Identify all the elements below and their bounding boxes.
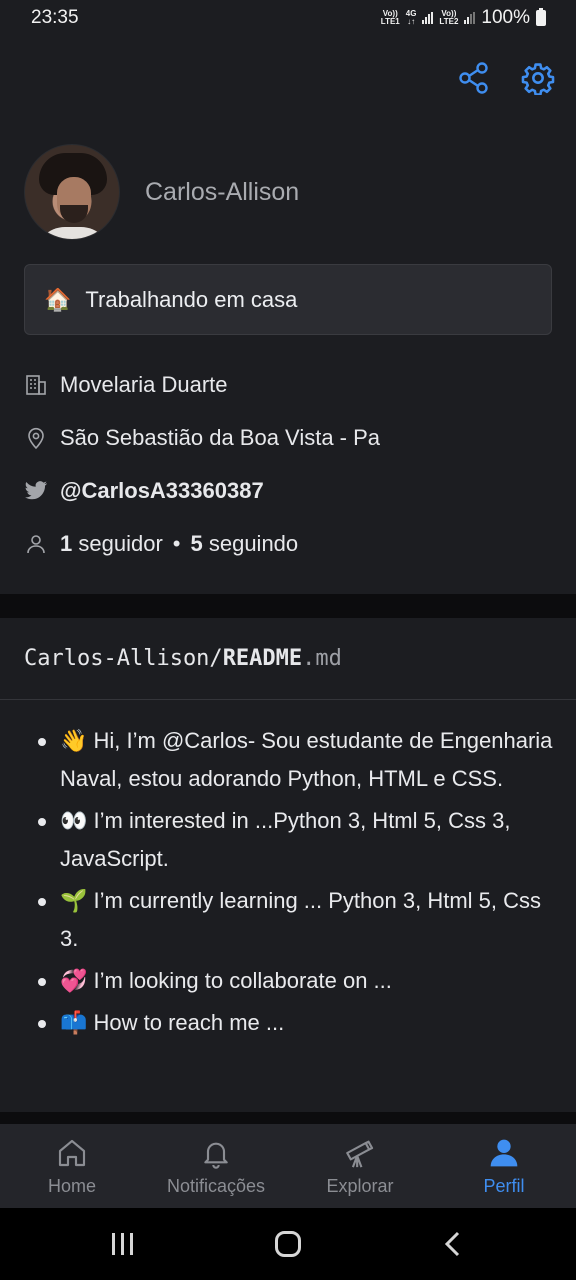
nav-home[interactable]: Home: [0, 1124, 144, 1208]
signal-bars-icon: [422, 12, 434, 24]
readme-item: 📫 How to reach me ...: [36, 1004, 556, 1042]
location-pin-icon: [24, 426, 48, 450]
status-bar: 23:35 Vo)) LTE1 4G ↓↑ Vo)) LTE2 100%: [0, 0, 576, 36]
following-count: 5: [190, 530, 203, 556]
nav-notifications[interactable]: Notificações: [144, 1124, 288, 1208]
readme-ext: .md: [302, 646, 342, 671]
chevron-left-icon: [445, 1231, 460, 1257]
twitter-icon: [24, 479, 48, 503]
followers-row[interactable]: 1 seguidor • 5 seguindo: [24, 517, 554, 570]
nav-explore-label: Explorar: [326, 1175, 394, 1196]
status-time: 23:35: [31, 7, 79, 28]
readme-header[interactable]: Carlos-Allison/README .md: [0, 618, 576, 700]
top-actions: [454, 58, 558, 98]
readme-file: README: [222, 646, 303, 671]
system-navigation-bar: [0, 1208, 576, 1280]
user-status-text: Trabalhando em casa: [85, 286, 298, 312]
readme-item: 💞️ I’m looking to collaborate on ...: [36, 962, 556, 1000]
house-icon: 🏠: [44, 286, 72, 312]
sim2-indicator: Vo)) LTE2: [439, 9, 459, 26]
person-icon: [24, 532, 48, 556]
section-divider-bottom: [0, 1112, 576, 1124]
building-icon: [24, 373, 48, 397]
home-circle-icon: [274, 1231, 301, 1257]
nav-explore[interactable]: Explorar: [288, 1124, 432, 1208]
sim1-indicator: Vo)) LTE1: [380, 9, 400, 26]
home-icon: [55, 1136, 89, 1170]
home-system-button[interactable]: [258, 1219, 318, 1269]
twitter-row[interactable]: @CarlosA33360387: [24, 464, 554, 517]
twitter-handle[interactable]: @CarlosA33360387: [60, 478, 264, 504]
user-status[interactable]: 🏠 Trabalhando em casa: [24, 264, 552, 335]
share-icon: [459, 62, 488, 94]
recent-apps-icon: [111, 1233, 133, 1255]
gear-icon: [521, 63, 555, 95]
separator-dot: •: [172, 530, 181, 556]
nav-profile[interactable]: Perfil: [432, 1124, 576, 1208]
signal-bars-2-icon: [464, 12, 476, 24]
profile-username: Carlos-Allison: [145, 177, 300, 206]
avatar[interactable]: [24, 144, 120, 240]
battery-icon: [536, 8, 546, 26]
nav-notifications-label: Notificações: [166, 1175, 266, 1196]
company-row: Movelaria Duarte: [24, 358, 554, 411]
person-icon: [487, 1136, 521, 1170]
company-name: Movelaria Duarte: [60, 371, 228, 397]
section-divider: [0, 594, 576, 618]
bottom-navigation: Home Notificações Explorar Perfil: [0, 1124, 576, 1208]
readme-item: 👀 I’m interested in ...Python 3, Html 5,…: [36, 802, 556, 878]
back-button[interactable]: [423, 1219, 483, 1269]
settings-button[interactable]: [518, 58, 558, 98]
recent-apps-button[interactable]: [93, 1219, 153, 1269]
location-text: São Sebastião da Boa Vista - Pa: [60, 424, 381, 450]
readme-owner: Carlos-Allison/: [24, 646, 223, 671]
telescope-icon: [343, 1136, 377, 1170]
following-label[interactable]: seguindo: [203, 531, 298, 557]
status-indicators: Vo)) LTE1 4G ↓↑ Vo)) LTE2 100%: [381, 7, 546, 29]
readme-item: 🌱 I’m currently learning ... Python 3, H…: [36, 882, 556, 958]
bell-icon: [199, 1136, 233, 1170]
nav-profile-label: Perfil: [483, 1175, 525, 1196]
readme-list: 👋 Hi, I’m @Carlos- Sou estudante de Enge…: [36, 722, 556, 1042]
profile-header: Carlos-Allison: [24, 144, 299, 240]
followers-count: 1: [60, 530, 73, 556]
battery-percent: 100%: [481, 7, 530, 28]
profile-info: Movelaria Duarte São Sebastião da Boa Vi…: [24, 358, 554, 570]
readme-item: 👋 Hi, I’m @Carlos- Sou estudante de Enge…: [36, 722, 556, 798]
location-row: São Sebastião da Boa Vista - Pa: [24, 411, 554, 464]
share-button[interactable]: [454, 58, 494, 98]
network-type-indicator: 4G ↓↑: [405, 9, 417, 26]
nav-home-label: Home: [47, 1175, 96, 1196]
followers-label[interactable]: seguidor: [72, 531, 162, 557]
readme-content: 👋 Hi, I’m @Carlos- Sou estudante de Enge…: [36, 722, 556, 1046]
